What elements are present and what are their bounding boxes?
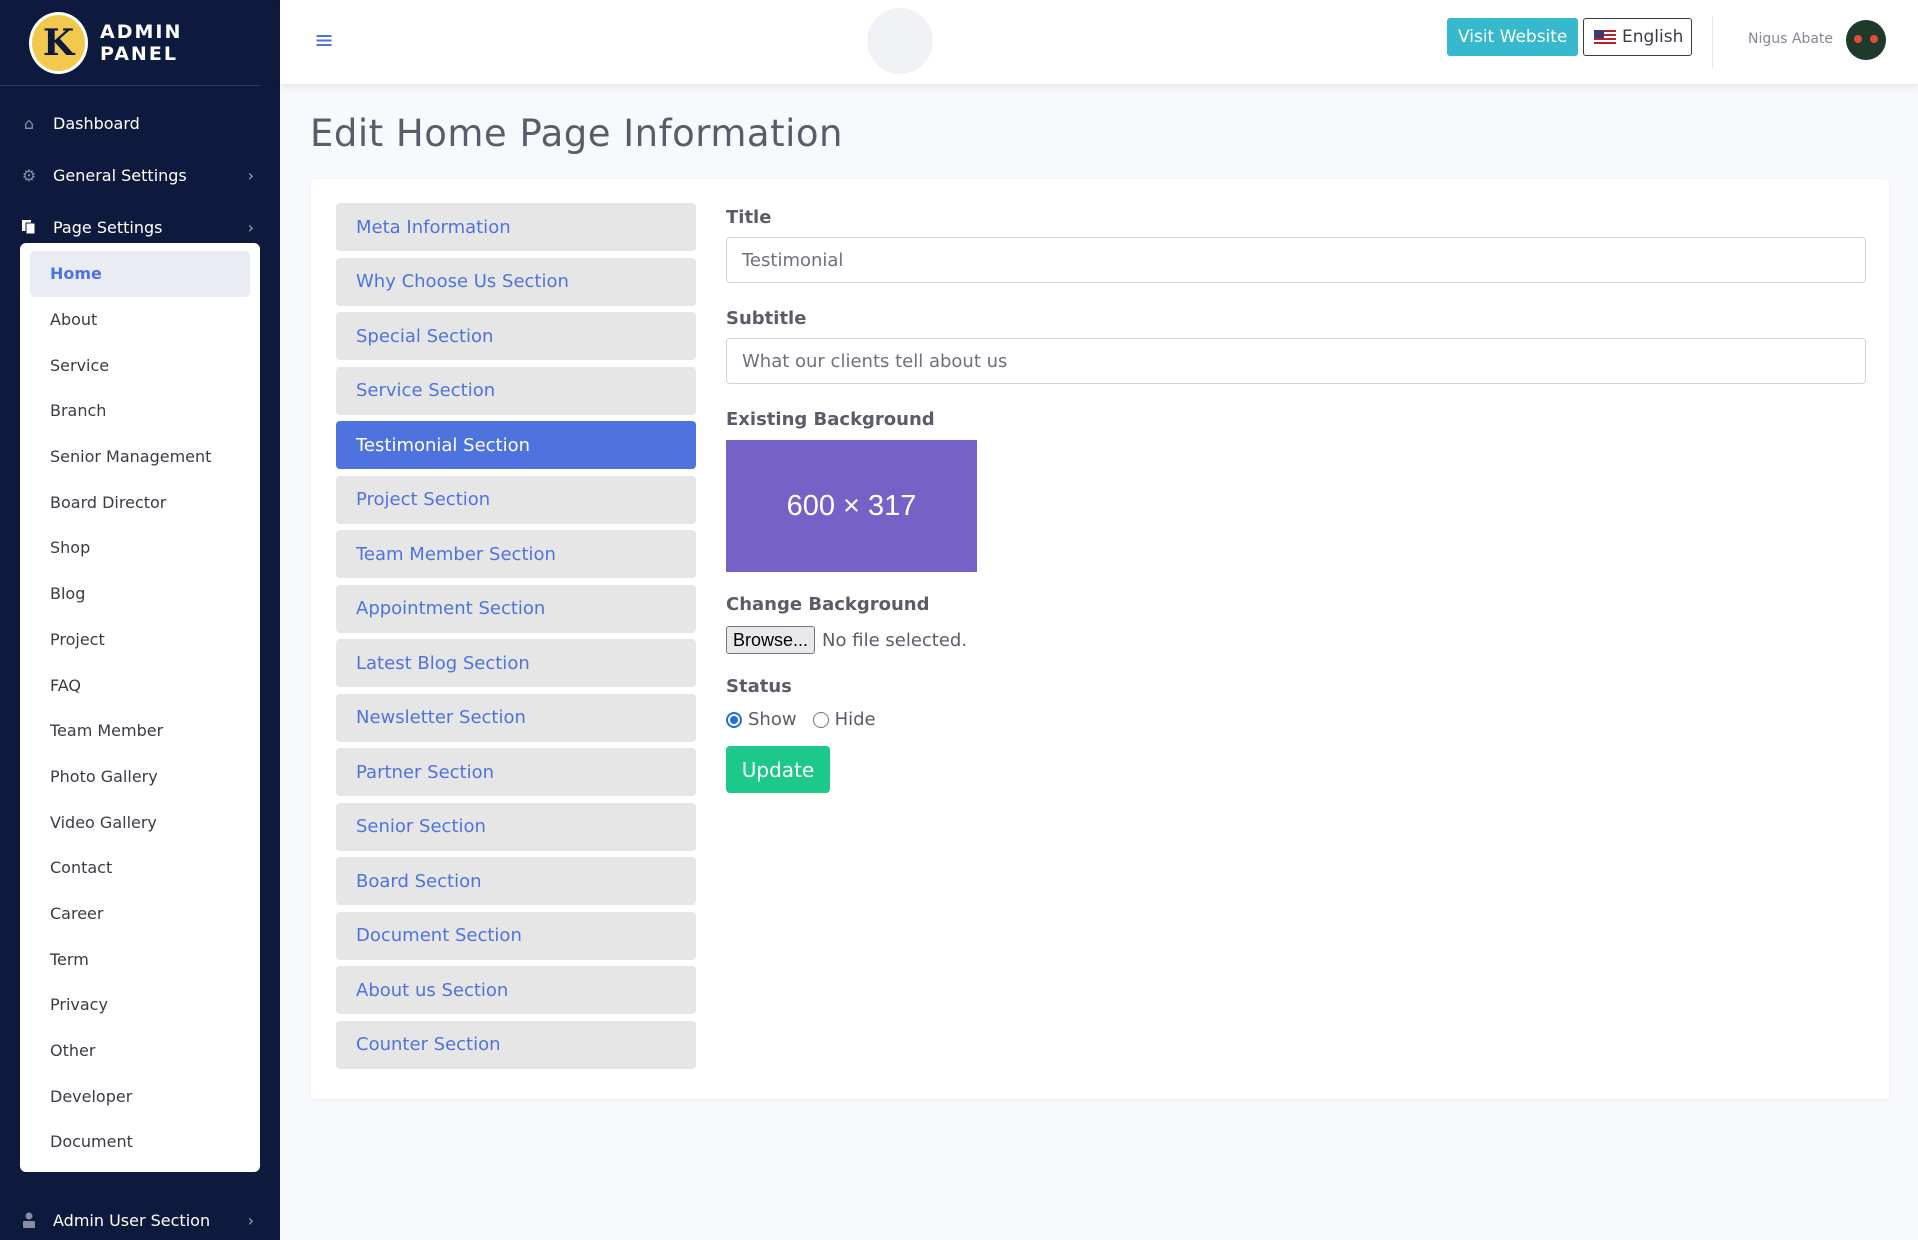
chevron-right-icon: › xyxy=(247,1210,254,1230)
nav-general-settings[interactable]: ⚙ General Settings › xyxy=(0,149,280,201)
visit-website-button[interactable]: Visit Website xyxy=(1447,18,1579,56)
submenu-item-project[interactable]: Project xyxy=(30,617,250,663)
status-hide-radio[interactable] xyxy=(812,711,829,728)
tab-testimonial-section[interactable]: Testimonial Section xyxy=(336,421,696,469)
language-label: English xyxy=(1622,27,1684,47)
submenu-item-senior-management[interactable]: Senior Management xyxy=(30,434,250,480)
tab-project-section[interactable]: Project Section xyxy=(336,475,696,524)
tab-service-section[interactable]: Service Section xyxy=(336,366,696,415)
tab-document-section[interactable]: Document Section xyxy=(336,911,696,960)
language-selector[interactable]: English xyxy=(1583,18,1692,56)
nav-dashboard-label: Dashboard xyxy=(53,113,140,133)
page-settings-submenu: Home About Service Branch Senior Management B… xyxy=(20,243,260,1172)
brand[interactable]: K ADMIN PANEL xyxy=(0,0,260,86)
user-lock-icon xyxy=(20,1211,38,1229)
submenu-item-shop[interactable]: Shop xyxy=(30,525,250,571)
update-button[interactable]: Update xyxy=(726,746,830,793)
status-show-radio[interactable] xyxy=(726,711,742,728)
submenu-item-career[interactable]: Career xyxy=(30,891,250,937)
chevron-right-icon: › xyxy=(247,217,254,237)
tab-partner-section[interactable]: Partner Section xyxy=(336,748,696,796)
sidebar: K ADMIN PANEL ⌂ Dashboard ⚙ General Sett… xyxy=(0,0,280,1240)
nav-admin-user-section-label: Admin User Section xyxy=(53,1210,211,1230)
submenu-item-contact[interactable]: Contact xyxy=(30,845,250,891)
avatar[interactable] xyxy=(1846,20,1886,60)
tab-meta-information[interactable]: Meta Information xyxy=(336,203,696,251)
submenu-item-branch[interactable]: Branch xyxy=(30,388,250,434)
status-show-label: Show xyxy=(748,709,797,730)
submenu-item-team-member[interactable]: Team Member xyxy=(30,708,250,754)
change-background-label: Change Background xyxy=(726,594,930,615)
submenu-item-home[interactable]: Home xyxy=(30,251,250,297)
status-radio-group: Show Hide xyxy=(726,709,1866,730)
bars-icon[interactable]: ≡ xyxy=(314,28,334,52)
user-name[interactable]: Nigus Abate xyxy=(1748,31,1833,47)
submenu-item-document[interactable]: Document xyxy=(30,1119,250,1165)
tab-special-section[interactable]: Special Section xyxy=(336,312,696,360)
background-placeholder-text: 600 × 317 xyxy=(786,489,917,522)
submenu-item-faq[interactable]: FAQ xyxy=(30,662,250,708)
submenu-item-photo-gallery[interactable]: Photo Gallery xyxy=(30,754,250,800)
submenu-item-developer[interactable]: Developer xyxy=(30,1073,250,1119)
copy-icon xyxy=(20,218,38,236)
gear-icon: ⚙ xyxy=(21,165,37,185)
tab-counter-section[interactable]: Counter Section xyxy=(336,1020,696,1069)
nav-admin-user-section[interactable]: Admin User Section › xyxy=(0,1194,280,1240)
submenu-item-about[interactable]: About xyxy=(30,297,250,343)
page-title: Edit Home Page Information xyxy=(310,112,843,155)
nav-page-settings-label: Page Settings xyxy=(53,217,163,237)
status-label: Status xyxy=(726,676,792,697)
tab-about-us-section[interactable]: About us Section xyxy=(336,966,696,1014)
status-hide-label: Hide xyxy=(834,709,876,730)
section-tab-list: Meta Information Why Choose Us Section Spe… xyxy=(336,203,696,1075)
tab-newsletter-section[interactable]: Newsletter Section xyxy=(336,693,696,742)
submenu-item-privacy[interactable]: Privacy xyxy=(30,982,250,1028)
tab-appointment-section[interactable]: Appointment Section xyxy=(336,584,696,633)
edit-card: Meta Information Why Choose Us Section Spe… xyxy=(311,179,1889,1099)
title-label: Title xyxy=(726,207,772,228)
chevron-right-icon: › xyxy=(247,165,254,185)
brand-logo: K xyxy=(29,11,89,74)
brand-text: ADMIN PANEL xyxy=(100,20,183,65)
file-status-text: No file selected. xyxy=(822,629,968,651)
tab-senior-section[interactable]: Senior Section xyxy=(336,802,696,851)
file-input: Browse... No file selected. xyxy=(726,626,1866,654)
home-icon: ⌂ xyxy=(23,113,35,133)
nav-dashboard[interactable]: ⌂ Dashboard xyxy=(0,97,280,149)
existing-background-image: 600 × 317 xyxy=(726,440,977,572)
existing-background-label: Existing Background xyxy=(726,409,935,430)
submenu-item-other[interactable]: Other xyxy=(30,1028,250,1074)
testimonial-form: Title Testimonial Subtitle What our clie… xyxy=(726,203,1866,793)
subtitle-label: Subtitle xyxy=(726,308,807,329)
submenu-item-service[interactable]: Service xyxy=(30,342,250,388)
tab-team-member-section[interactable]: Team Member Section xyxy=(336,530,696,578)
subtitle-input[interactable]: What our clients tell about us xyxy=(726,338,1866,384)
submenu-item-blog[interactable]: Blog xyxy=(30,571,250,617)
us-flag-icon xyxy=(1594,29,1616,45)
topbar: ≡ Visit Website English Nigus Abate xyxy=(280,0,1918,84)
submenu-item-board-director[interactable]: Board Director xyxy=(30,479,250,525)
nav-general-settings-label: General Settings xyxy=(53,165,187,185)
topbar-logo-watermark xyxy=(867,8,933,74)
title-input[interactable]: Testimonial xyxy=(726,237,1866,283)
tab-board-section[interactable]: Board Section xyxy=(336,857,696,905)
submenu-item-term[interactable]: Term xyxy=(30,936,250,982)
tab-why-choose-us-section[interactable]: Why Choose Us Section xyxy=(336,257,696,306)
browse-button[interactable]: Browse... xyxy=(726,626,816,654)
submenu-item-video-gallery[interactable]: Video Gallery xyxy=(30,799,250,845)
tab-latest-blog-section[interactable]: Latest Blog Section xyxy=(336,639,696,687)
topbar-divider xyxy=(1712,16,1713,68)
